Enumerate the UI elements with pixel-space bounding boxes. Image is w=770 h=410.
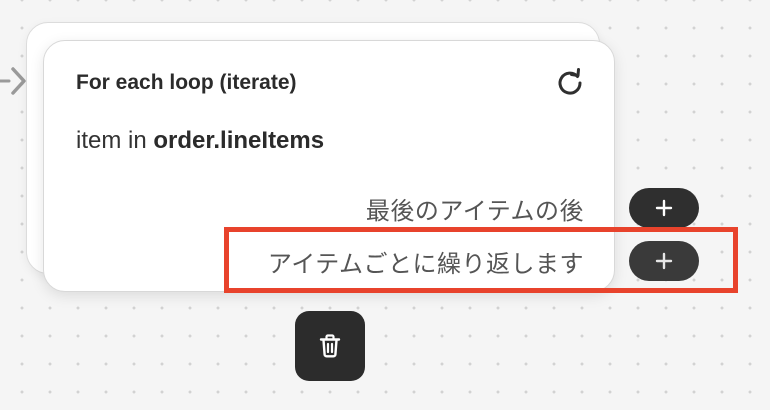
loop-expression-prefix: item in [76,127,154,154]
refresh-icon[interactable] [554,67,586,99]
highlight-annotation-box [224,227,738,293]
trash-icon [319,334,341,358]
node-title: For each loop (iterate) [76,71,297,94]
loop-collection-variable: order.lineItems [153,127,325,154]
branch-label-after-last-item: 最後のアイテムの後 [365,197,584,225]
delete-node-button[interactable] [295,311,365,381]
loop-expression: item in order.lineItems [76,127,324,155]
add-step-after-last-item-button[interactable] [629,188,699,228]
plus-icon [655,199,673,217]
